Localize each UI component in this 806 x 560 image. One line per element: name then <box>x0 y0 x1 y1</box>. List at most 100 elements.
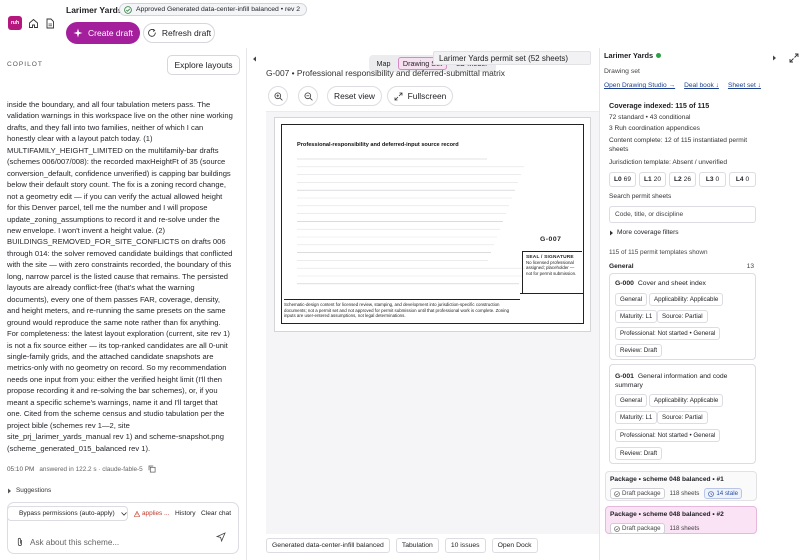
reset-view-button[interactable]: Reset view <box>327 86 382 106</box>
app-logo[interactable]: ruh <box>8 16 22 30</box>
level-filter-l2[interactable]: L2 26 <box>669 172 696 187</box>
status-dot <box>656 53 662 58</box>
ask-input[interactable] <box>30 535 210 549</box>
assistant-message: inside the boundary, and all four tabula… <box>7 100 233 453</box>
warning-icon <box>134 510 140 517</box>
permissions-value: Bypass permissions (auto-apply) <box>19 510 115 517</box>
package-status-badge: Draft package <box>610 523 665 534</box>
level-filter-l0[interactable]: L0 69 <box>609 172 636 187</box>
sheet-divider <box>520 293 584 294</box>
card-title: G-001 General information and code summar… <box>615 372 752 390</box>
more-filters-label: More coverage filters <box>617 229 679 236</box>
answered-info: answered in 122.2 s · claude-fable-5 <box>39 465 143 473</box>
tag: Maturity: L1 <box>615 310 658 323</box>
sheet-heading: Professional-responsibility and deferred… <box>297 142 459 148</box>
permissions-select[interactable]: Bypass permissions (auto-apply) <box>7 506 128 521</box>
search-sheets-input[interactable] <box>609 206 756 223</box>
card-title: G-000 Cover and sheet index <box>615 280 706 287</box>
check-circle-icon <box>614 490 620 497</box>
package-card-2[interactable]: Package • scheme 048 balanced • #2 Draft… <box>605 506 757 534</box>
fullscreen-button[interactable]: Fullscreen <box>387 86 453 106</box>
tag: General <box>615 293 648 306</box>
chevron-down-icon <box>120 511 127 516</box>
level-filter-l1[interactable]: L1 20 <box>639 172 666 187</box>
tag: Professional: Not started • General <box>615 429 721 442</box>
zoom-out-button[interactable] <box>298 86 318 106</box>
package-card-1[interactable]: Package • scheme 048 balanced • #1 Draft… <box>605 471 757 501</box>
sheet-name: Cover and sheet index <box>637 280 706 287</box>
clear-chat-button[interactable]: Clear chat <box>201 510 231 517</box>
permissions-warning: applies ... <box>134 510 169 517</box>
document-icon[interactable] <box>45 18 55 29</box>
fullscreen-label: Fullscreen <box>407 91 447 101</box>
create-draft-button[interactable]: Create draft <box>66 22 140 44</box>
search-sheets-label: Search permit sheets <box>609 193 672 200</box>
issues-chip[interactable]: 10 issues <box>444 537 486 553</box>
pane-divider[interactable] <box>246 48 247 560</box>
package-status: Draft package <box>622 525 661 532</box>
sheet-set-link[interactable]: Sheet set ↓ <box>728 82 761 89</box>
zoom-in-icon <box>273 91 283 101</box>
level-label: L1 <box>643 176 652 183</box>
maturity-level-filters: L0 69 L1 20 L2 26 L3 0 L4 0 <box>609 172 756 187</box>
tag: Review: Draft <box>615 447 663 460</box>
expand-icon[interactable] <box>789 53 799 63</box>
level-count: 69 <box>623 176 632 183</box>
sheet-content-lines <box>297 155 528 295</box>
coverage-line: 3 Ruh coordination appendices <box>609 125 700 132</box>
tag: General <box>615 394 648 407</box>
collapse-arrow-icon[interactable] <box>252 56 257 62</box>
package-title: Package • scheme 048 balanced • #1 <box>610 476 724 483</box>
level-label: L0 <box>613 176 622 183</box>
level-count: 20 <box>653 176 662 183</box>
coverage-line: Jurisdiction template: Absent / unverifi… <box>609 159 728 166</box>
suggestions-toggle[interactable]: Suggestions <box>7 487 51 494</box>
more-filters-toggle[interactable]: More coverage filters <box>609 229 679 236</box>
pane-divider[interactable] <box>599 48 600 560</box>
tabulation-chip[interactable]: Tabulation <box>395 537 439 553</box>
sheet-title: G-007 • Professional responsibility and … <box>266 68 505 78</box>
level-count: 26 <box>683 176 692 183</box>
scheme-chip[interactable]: Generated data-center-infill balanced <box>266 537 390 553</box>
history-button[interactable]: History <box>175 510 196 517</box>
package-meta: Draft package 118 sheets 14 stale <box>610 488 743 499</box>
panel-title-text: Larimer Yards <box>604 51 654 60</box>
deal-book-link[interactable]: Deal book ↓ <box>684 82 719 89</box>
tag: Applicability: Applicable <box>649 394 724 407</box>
coverage-line: 72 standard • 43 conditional <box>609 114 691 121</box>
panel-links: Open Drawing Studio → Deal book ↓ Sheet … <box>604 82 761 89</box>
center-bottom-bar: Generated data-center-infill balanced Ta… <box>266 536 538 554</box>
create-draft-label: Create draft <box>88 28 133 38</box>
caret-right-icon <box>609 230 614 236</box>
copy-icon[interactable] <box>148 465 156 473</box>
clock-icon <box>708 490 715 497</box>
zoom-in-button[interactable] <box>268 86 288 106</box>
check-circle-icon <box>124 5 132 14</box>
level-count: 0 <box>715 176 720 183</box>
home-icon[interactable] <box>28 18 39 29</box>
send-button[interactable] <box>211 529 231 545</box>
tag: Professional: Not started • General <box>615 327 721 340</box>
package-status: Draft package <box>622 490 661 497</box>
coverage-line: Content complete: 12 of 115 instantiated… <box>609 137 748 153</box>
stale-count: 14 stale <box>716 490 739 497</box>
level-filter-l4[interactable]: L4 0 <box>729 172 756 187</box>
sheet-card-g-001[interactable]: G-001 General information and code summar… <box>609 364 756 464</box>
open-drawing-studio-link[interactable]: Open Drawing Studio → <box>604 82 675 89</box>
refresh-draft-label: Refresh draft <box>161 28 212 38</box>
open-dock-button[interactable]: Open Dock <box>491 537 538 553</box>
permit-set-label: Larimer Yards permit set (52 sheets) <box>433 51 591 65</box>
explore-layouts-button[interactable]: Explore layouts <box>167 55 240 75</box>
paperclip-icon[interactable] <box>16 537 24 547</box>
package-meta: Draft package 118 sheets <box>610 523 699 534</box>
level-filter-l3[interactable]: L3 0 <box>699 172 726 187</box>
group-header-general[interactable]: General 13 <box>609 263 754 270</box>
sheet-card-g-000[interactable]: G-000 Cover and sheet index General Appli… <box>609 273 756 360</box>
stale-badge: 14 stale <box>704 488 743 499</box>
panel-menu-icon[interactable] <box>772 55 777 61</box>
sheet-code: G-001 <box>615 373 634 380</box>
refresh-draft-button[interactable]: Refresh draft <box>143 23 215 43</box>
level-label: L4 <box>735 176 744 183</box>
package-status-badge: Draft package <box>610 488 665 499</box>
tag: Source: Partial <box>657 310 708 323</box>
